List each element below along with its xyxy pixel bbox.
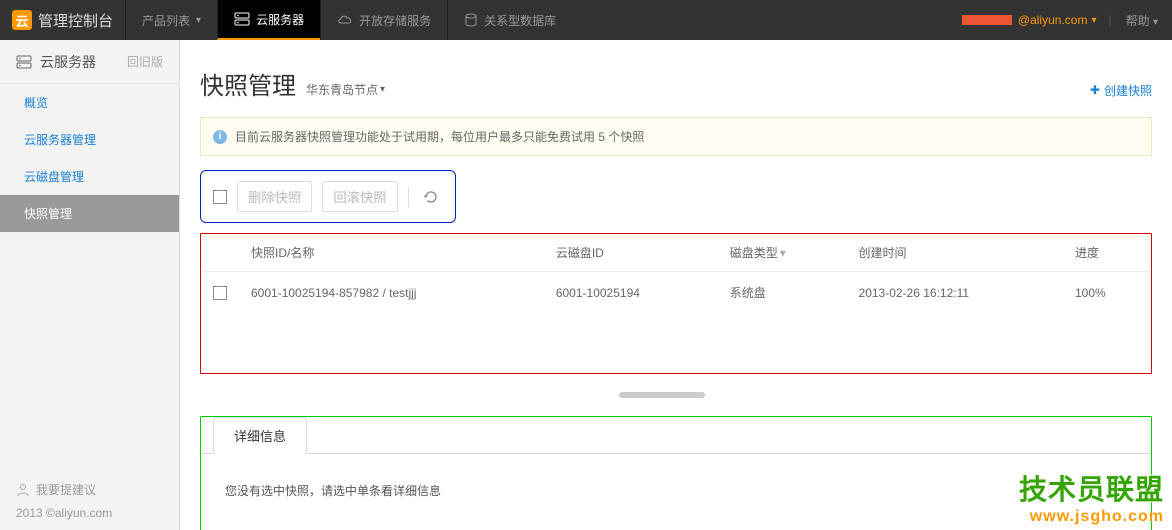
delete-snapshot-button[interactable]: 删除快照 — [237, 181, 312, 212]
cell-disk-id: 6001-10025194 — [544, 272, 718, 314]
page-title: 快照管理 — [200, 66, 296, 101]
divider — [408, 187, 409, 207]
th-disk-type[interactable]: 磁盘类型▾ — [718, 234, 847, 272]
person-icon — [16, 483, 30, 497]
cloud-icon — [337, 14, 353, 26]
account-menu[interactable]: @aliyun.com ▾ — [950, 13, 1109, 27]
plus-icon: ✚ — [1090, 83, 1100, 97]
suggest-label: 我要提建议 — [36, 481, 96, 498]
main-content: 快照管理 华东青岛节点 ▾ ✚ 创建快照 i 目前云服务器快照管理功能处于试用期… — [180, 40, 1172, 530]
notice-text: 目前云服务器快照管理功能处于试用期，每位用户最多只能免费试用 5 个快照 — [235, 128, 644, 145]
th-disk-id: 云磁盘ID — [544, 234, 718, 272]
info-icon: i — [213, 130, 227, 144]
nav-rds[interactable]: 关系型数据库 — [447, 0, 572, 40]
cell-id-name: 6001-10025194-857982 / testjjj — [239, 272, 544, 314]
detail-panel: 详细信息 您没有选中快照，请选中单条看详细信息 — [200, 416, 1152, 530]
caret-down-icon: ▾ — [1153, 17, 1158, 28]
nav-label: 关系型数据库 — [484, 12, 556, 29]
database-icon — [464, 13, 478, 27]
create-snapshot-link[interactable]: ✚ 创建快照 — [1090, 82, 1152, 99]
nav-oss[interactable]: 开放存储服务 — [320, 0, 447, 40]
region-label: 华东青岛节点 — [306, 81, 378, 98]
help-label: 帮助 — [1126, 14, 1150, 28]
sidebar-header: 云服务器 回旧版 — [0, 40, 179, 84]
sidebar-item-disk-mgmt[interactable]: 云磁盘管理 — [0, 158, 179, 195]
brand-badge: 云 — [12, 10, 32, 30]
detail-empty-text: 您没有选中快照，请选中单条看详细信息 — [201, 454, 1151, 527]
account-suffix: @aliyun.com — [1018, 13, 1088, 27]
region-selector[interactable]: 华东青岛节点 ▾ — [306, 81, 385, 98]
splitter-handle[interactable] — [200, 394, 1152, 400]
sort-icon: ▾ — [780, 246, 786, 260]
action-toolbar: 删除快照 回滚快照 — [200, 170, 456, 223]
snapshot-table: 快照ID/名称 云磁盘ID 磁盘类型▾ 创建时间 进度 6001-1002519… — [200, 233, 1152, 374]
account-redacted — [962, 15, 1012, 25]
refresh-button[interactable] — [419, 189, 443, 205]
server-icon — [234, 12, 250, 26]
sidebar: 云服务器 回旧版 概览 云服务器管理 云磁盘管理 快照管理 我要提建议 2013… — [0, 40, 180, 530]
rollback-snapshot-button[interactable]: 回滚快照 — [322, 181, 397, 212]
caret-down-icon: ▾ — [380, 84, 385, 95]
help-menu[interactable]: 帮助 ▾ — [1112, 12, 1172, 29]
nav-label: 产品列表 — [142, 12, 190, 29]
create-label: 创建快照 — [1104, 82, 1152, 99]
cell-disk-type: 系统盘 — [718, 272, 847, 314]
suggest-link[interactable]: 我要提建议 — [16, 481, 163, 498]
caret-down-icon: ▾ — [1091, 15, 1096, 26]
th-created: 创建时间 — [847, 234, 1063, 272]
row-checkbox[interactable] — [213, 286, 227, 300]
trial-notice: i 目前云服务器快照管理功能处于试用期，每位用户最多只能免费试用 5 个快照 — [200, 117, 1152, 156]
sidebar-head-title: 云服务器 — [40, 52, 96, 72]
th-id-name: 快照ID/名称 — [239, 234, 544, 272]
refresh-icon — [423, 189, 439, 205]
cell-created: 2013-02-26 16:12:11 — [847, 272, 1063, 314]
caret-down-icon: ▾ — [196, 15, 201, 26]
nav-label: 开放存储服务 — [359, 12, 431, 29]
tab-detail[interactable]: 详细信息 — [213, 417, 307, 454]
brand: 云 管理控制台 — [0, 10, 125, 31]
old-version-link[interactable]: 回旧版 — [127, 53, 163, 70]
sidebar-item-snapshot-mgmt[interactable]: 快照管理 — [0, 195, 179, 232]
sidebar-item-ecs-mgmt[interactable]: 云服务器管理 — [0, 121, 179, 158]
table-row[interactable]: 6001-10025194-857982 / testjjj 6001-1002… — [201, 272, 1151, 314]
server-icon — [16, 55, 32, 69]
th-progress: 进度 — [1063, 234, 1151, 272]
select-all-checkbox[interactable] — [213, 190, 227, 204]
nav-products[interactable]: 产品列表 ▾ — [125, 0, 217, 40]
copyright: 2013 ©aliyun.com — [16, 506, 163, 520]
nav-label: 云服务器 — [256, 11, 304, 28]
nav-ecs[interactable]: 云服务器 — [217, 0, 320, 40]
sidebar-item-overview[interactable]: 概览 — [0, 84, 179, 121]
brand-title: 管理控制台 — [38, 10, 113, 31]
cell-progress: 100% — [1063, 272, 1151, 314]
